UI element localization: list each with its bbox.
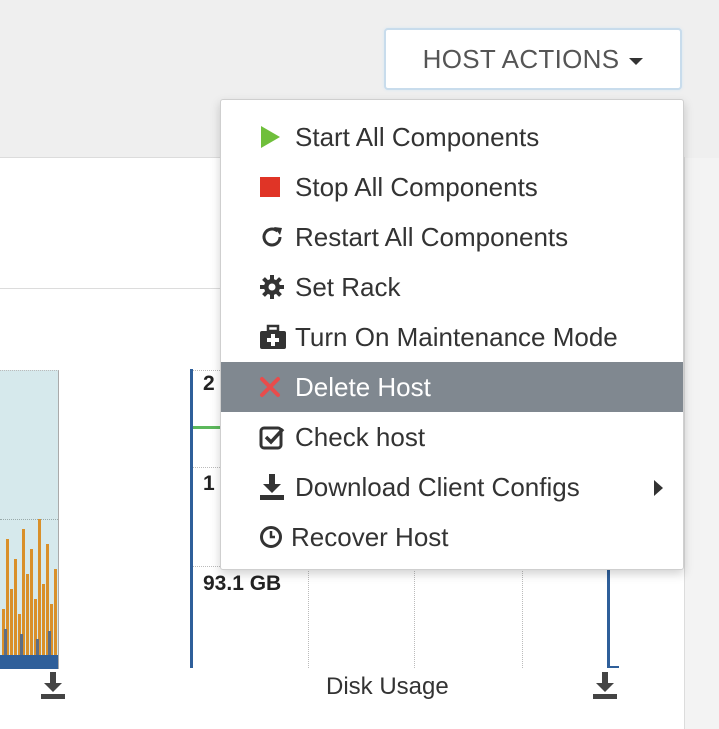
- disk-usage-series-line: [193, 426, 223, 429]
- menu-item-label: Stop All Components: [295, 171, 538, 202]
- gear-icon: [221, 274, 295, 300]
- menu-item-label: Start All Components: [295, 121, 540, 152]
- chart-baseline: [0, 655, 58, 669]
- menu-item-label: Recover Host: [291, 521, 449, 552]
- medkit-icon: [221, 324, 295, 350]
- disk-usage-y-label: 93.1 GB: [203, 572, 282, 595]
- stop-icon: [221, 176, 295, 198]
- menu-item-label: Turn On Maintenance Mode: [295, 321, 618, 352]
- menu-item-stop-all[interactable]: Stop All Components: [221, 162, 683, 212]
- menu-item-download-client-configs[interactable]: Download Client Configs: [221, 462, 683, 512]
- menu-item-start-all[interactable]: Start All Components: [221, 112, 683, 162]
- chevron-right-icon: [654, 480, 663, 496]
- chart-bar: [14, 559, 17, 669]
- menu-item-label: Check host: [295, 421, 426, 452]
- menu-item-maintenance-mode[interactable]: Turn On Maintenance Mode: [221, 312, 683, 362]
- host-actions-label: HOST ACTIONS: [422, 43, 620, 74]
- play-icon: [221, 125, 295, 149]
- disk-usage-title: Disk Usage: [326, 673, 449, 700]
- caret-down-icon: [629, 57, 644, 65]
- menu-item-label: Restart All Components: [295, 221, 569, 252]
- download-icon: [221, 473, 295, 501]
- menu-item-delete-host[interactable]: Delete Host: [221, 362, 683, 412]
- chart-gridline: [0, 519, 58, 520]
- restart-icon: [221, 224, 295, 250]
- menu-item-label: Download Client Configs: [295, 471, 580, 502]
- host-actions-menu: Start All Components Stop All Components…: [220, 99, 684, 570]
- download-icon[interactable]: [40, 670, 66, 700]
- host-actions-button[interactable]: HOST ACTIONS: [384, 28, 682, 90]
- menu-item-restart-all[interactable]: Restart All Components: [221, 212, 683, 262]
- disk-usage-axis: [190, 369, 193, 668]
- disk-usage-y-label: 2: [203, 372, 215, 395]
- disk-usage-axis-tick: [607, 666, 619, 668]
- close-icon: [221, 376, 295, 398]
- menu-item-set-rack[interactable]: Set Rack: [221, 262, 683, 312]
- chart-bar: [30, 549, 33, 669]
- clock-icon: [221, 525, 291, 549]
- menu-item-check-host[interactable]: Check host: [221, 412, 683, 462]
- menu-item-recover-host[interactable]: Recover Host: [221, 512, 683, 562]
- download-icon[interactable]: [592, 670, 618, 700]
- disk-usage-axis-right: [607, 560, 610, 668]
- check-square-icon: [221, 424, 295, 450]
- menu-item-label: Delete Host: [295, 371, 431, 402]
- menu-item-label: Set Rack: [295, 271, 401, 302]
- chart-bar: [54, 569, 57, 669]
- metric-chart-left: [0, 370, 59, 669]
- disk-usage-y-label: 1: [203, 472, 215, 495]
